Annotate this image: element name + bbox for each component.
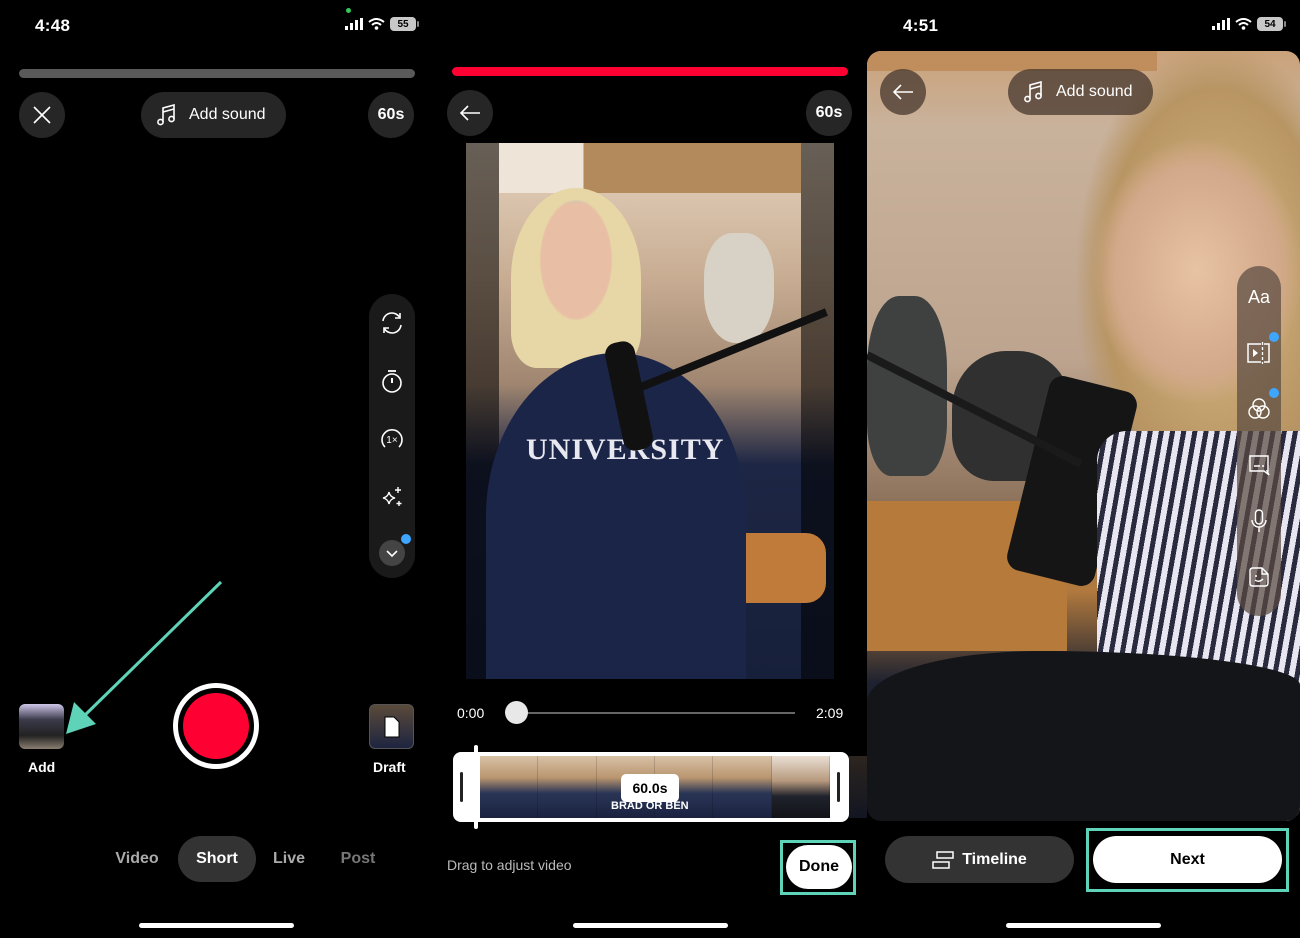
cellular-signal-icon [345, 18, 363, 30]
speed-button[interactable]: 1× [377, 424, 407, 454]
trim-handle-left[interactable] [460, 772, 463, 802]
status-icons: 54 [1212, 17, 1286, 31]
arrow-left-icon [459, 105, 480, 121]
drafts-button[interactable] [369, 704, 414, 749]
strip-overflow [849, 756, 867, 818]
strip-frame [771, 756, 830, 818]
scrub-track[interactable] [516, 712, 795, 714]
new-badge-dot [401, 534, 411, 544]
scrub-end-time: 2:09 [816, 705, 844, 721]
strip-frame [713, 756, 772, 818]
record-button[interactable] [173, 683, 259, 769]
svg-text:1×: 1× [386, 435, 398, 446]
effects-sparkle-icon [382, 487, 402, 506]
battery-indicator: 54 [1257, 17, 1286, 31]
video-preview[interactable] [867, 51, 1300, 821]
shelf [499, 143, 801, 193]
captions-button[interactable] [1244, 450, 1274, 480]
tab-video[interactable]: Video [108, 836, 166, 882]
back-button[interactable] [880, 69, 926, 115]
sweatshirt-text: UNIVERSITY [526, 433, 725, 466]
tab-post[interactable]: Post [334, 836, 382, 882]
gallery-thumbnail-button[interactable] [19, 704, 64, 749]
close-button[interactable] [19, 92, 65, 138]
microphone-icon [1251, 509, 1267, 532]
editor-screen: 4:51 54 Add sound Aa Timeline Next [867, 0, 1300, 938]
flip-camera-icon [382, 312, 402, 334]
scrub-handle[interactable] [505, 701, 528, 724]
add-sound-button[interactable]: Add sound [141, 92, 286, 138]
expand-tools-button[interactable] [379, 534, 411, 566]
scrub-start-time: 0:00 [457, 705, 485, 721]
status-time: 4:51 [903, 16, 939, 35]
chevron-down-icon [386, 550, 398, 558]
add-label: Add [28, 759, 56, 775]
speed-1x-icon: 1× [381, 429, 403, 448]
vase [704, 233, 774, 343]
record-dot [183, 693, 249, 759]
timeline-label: Timeline [962, 850, 1027, 868]
music-note-icon [1024, 81, 1042, 103]
sticker-icon [1249, 567, 1269, 587]
strip-frame [538, 756, 597, 818]
arrow-left-icon [892, 84, 913, 100]
music-note-icon [157, 104, 175, 126]
duration-button[interactable]: 60s [806, 90, 852, 136]
back-button[interactable] [447, 90, 493, 136]
recording-progress-bar [19, 69, 415, 78]
draft-document-icon [384, 716, 399, 737]
playhead[interactable] [474, 745, 478, 829]
add-sound-button[interactable]: Add sound [1008, 69, 1153, 115]
add-sound-label: Add sound [1056, 83, 1133, 100]
text-button[interactable]: Aa [1244, 282, 1274, 312]
stickers-button[interactable] [1244, 562, 1274, 592]
drag-hint: Drag to adjust video [447, 857, 572, 873]
new-badge-dot [1269, 388, 1279, 398]
shelf [867, 51, 1157, 71]
cellular-signal-icon [1212, 18, 1230, 30]
timeline-icon [932, 850, 954, 869]
status-time: 4:48 [35, 16, 71, 35]
timer-icon [382, 370, 402, 393]
duration-button[interactable]: 60s [368, 92, 414, 138]
tab-live[interactable]: Live [266, 836, 312, 882]
jeans [867, 651, 1300, 821]
filters-button[interactable] [1244, 388, 1279, 424]
home-indicator [139, 923, 294, 928]
capture-mode-tabs: Video Short Live Post [0, 836, 433, 882]
selection-duration-badge: 60.0s [621, 774, 679, 802]
wifi-icon [1235, 18, 1252, 30]
segment-progress-bar [452, 67, 848, 76]
video-preview[interactable]: UNIVERSITY [466, 143, 834, 679]
camera-tools-rail: 1× [369, 294, 415, 578]
tab-short[interactable]: Short [178, 836, 256, 882]
done-button[interactable]: Done [786, 845, 852, 889]
close-icon [33, 106, 51, 124]
text-aa-icon: Aa [1247, 286, 1271, 307]
home-indicator [1006, 923, 1161, 928]
status-icons: 55 [345, 17, 419, 31]
edit-tools-rail: Aa [1237, 266, 1281, 616]
camera-in-use-indicator [346, 8, 351, 13]
timeline-button[interactable]: Timeline [885, 836, 1074, 883]
voiceover-button[interactable] [1244, 506, 1274, 536]
timer-button[interactable] [377, 366, 407, 396]
trim-button[interactable] [1244, 332, 1279, 368]
trim-clip-icon [1247, 342, 1270, 364]
camera-screen: 4:48 55 Add sound 60s 1× Add Draft Video… [0, 0, 433, 938]
effects-button[interactable] [377, 482, 407, 512]
wifi-icon [368, 18, 385, 30]
trim-screen: 60s UNIVERSITY 0:00 2:09 BRAD OR BEN 60.… [433, 0, 867, 938]
filters-icon [1248, 398, 1270, 419]
caption-icon [1249, 455, 1270, 476]
next-button[interactable]: Next [1093, 836, 1282, 883]
flip-camera-button[interactable] [377, 308, 407, 338]
new-badge-dot [1269, 332, 1279, 342]
battery-indicator: 55 [390, 17, 419, 31]
home-indicator [573, 923, 728, 928]
draft-label: Draft [373, 759, 406, 775]
add-sound-label: Add sound [189, 106, 266, 123]
trim-handle-right[interactable] [837, 772, 840, 802]
strip-frame [480, 756, 539, 818]
